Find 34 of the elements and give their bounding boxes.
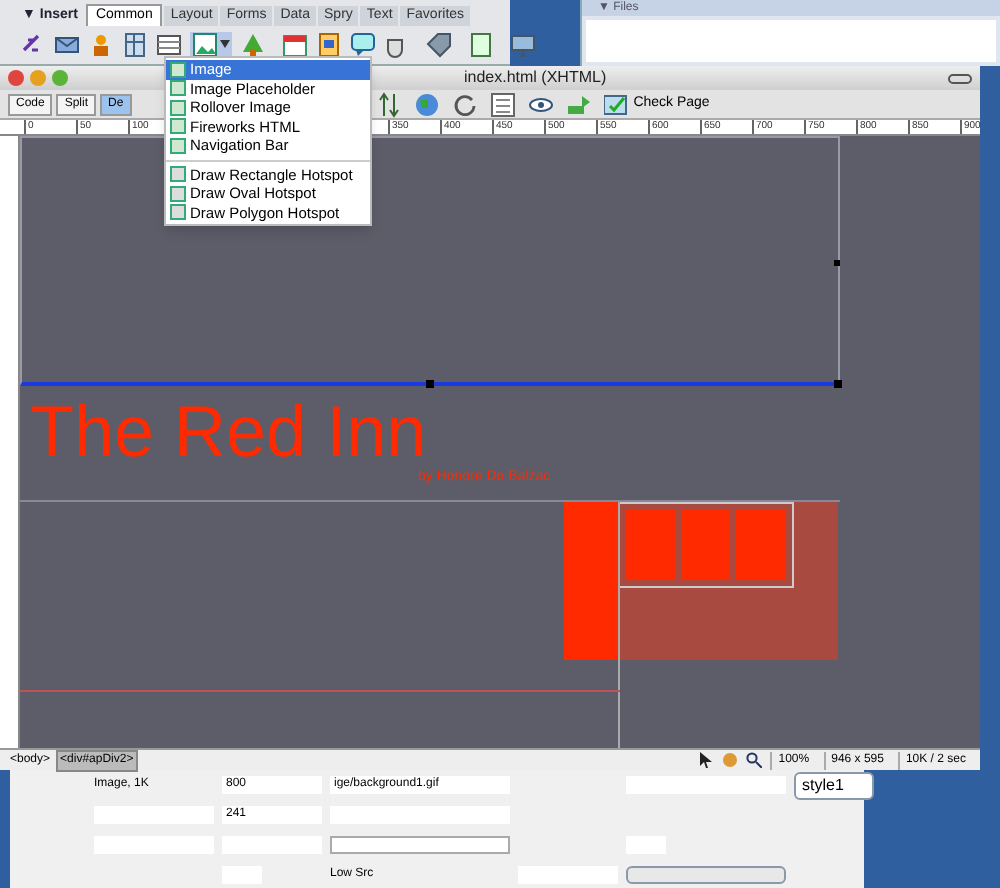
align-select[interactable] [626,866,786,884]
zoom-button[interactable] [52,70,68,86]
image-tile [736,510,787,580]
speech-bubble-icon[interactable] [350,31,376,57]
caret-icon [220,40,230,48]
document-icon[interactable] [316,31,342,57]
list-icon[interactable] [489,91,516,117]
tree-icon[interactable] [240,31,266,57]
image-button[interactable] [190,31,232,57]
arrows-icon[interactable] [375,91,402,117]
image-tile [681,510,731,580]
tag-icon[interactable] [426,31,452,57]
refresh-icon[interactable] [451,91,478,117]
resize-handle[interactable] [834,260,840,266]
monitor-icon[interactable] [510,31,536,57]
calendar-icon[interactable] [282,31,308,57]
template-icon[interactable] [468,31,494,57]
resize-handle[interactable] [834,380,842,388]
layout-icon[interactable] [122,31,148,57]
close-button[interactable] [8,70,24,86]
toolbar-toggle-button[interactable] [948,73,972,83]
target-field[interactable] [330,836,510,854]
heading: The Red Inn [30,392,427,472]
check-icon [603,93,630,115]
class-select[interactable]: style1 [794,771,874,799]
globe-icon[interactable] [413,91,440,117]
window-title: index.html (XHTML) [464,66,607,90]
image-tile [626,510,676,580]
minimize-button[interactable] [30,70,46,86]
table-icon[interactable] [156,31,182,57]
zoom-icon[interactable] [746,752,763,768]
resize-handle[interactable] [426,380,434,388]
pointer-icon[interactable] [698,752,715,768]
envelope-icon[interactable] [54,31,80,57]
